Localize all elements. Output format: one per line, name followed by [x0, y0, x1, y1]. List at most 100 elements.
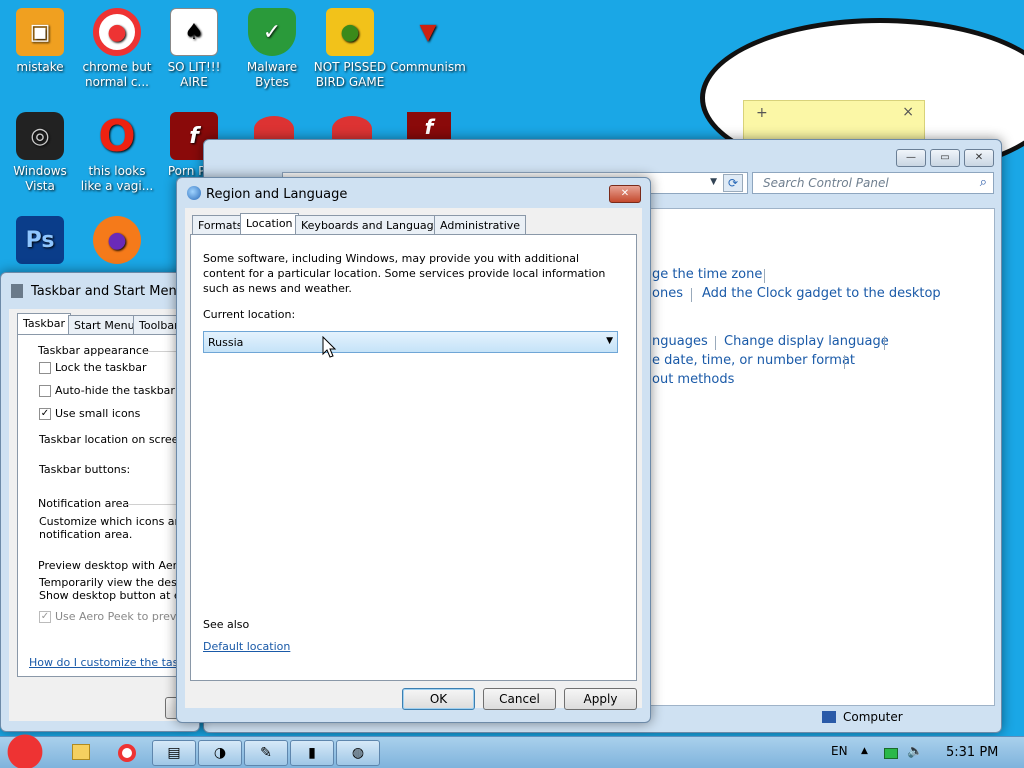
notification-group-label: Notification area: [38, 497, 130, 510]
show-hidden-icons-icon[interactable]: ▲: [861, 746, 868, 756]
start-button[interactable]: [2, 731, 48, 768]
desktop-icon-label: Malware Bytes: [246, 60, 298, 89]
network-icon[interactable]: [884, 748, 898, 759]
flash-icon[interactable]: f: [407, 112, 451, 142]
volume-icon[interactable]: 🔈: [907, 744, 923, 759]
location-description: Some software, including Windows, may pr…: [203, 252, 606, 295]
firefox-icon: ●: [93, 216, 141, 264]
desktop-icon-bird-game[interactable]: ● NOT PISSED BIRD GAME: [312, 8, 388, 90]
ps-icon: Ps: [16, 216, 64, 264]
monitor-icon: ▣: [16, 8, 64, 56]
desktop-icon-label: chrome but normal c...: [82, 60, 152, 89]
desktop-icon-label: Windows Vista: [13, 164, 67, 193]
peek-text: Show desktop button at end: [39, 589, 195, 602]
tab-taskbar[interactable]: Taskbar: [17, 313, 71, 335]
link-input-methods[interactable]: out methods: [652, 372, 734, 387]
desktop-icon-windows-vista[interactable]: ◎ Windows Vista: [2, 112, 78, 194]
chrome-icon: ●: [93, 8, 141, 56]
link-clock-gadget[interactable]: Add the Clock gadget to the desktop: [702, 286, 941, 301]
link-zones[interactable]: ones: [652, 286, 683, 301]
pig-icon: ●: [326, 8, 374, 56]
sticky-note[interactable]: + ×: [743, 100, 925, 144]
taskbar-item[interactable]: ▤: [152, 740, 196, 766]
desktop-icon-malwarebytes[interactable]: ✓ Malware Bytes: [234, 8, 310, 90]
trash-icon: ◎: [16, 112, 64, 160]
link-languages[interactable]: nguages: [652, 334, 708, 349]
desktop-icon-label: this looks like a vagi...: [80, 164, 154, 193]
computer-icon: [822, 711, 836, 723]
window-title: Taskbar and Start Menu: [31, 284, 185, 299]
maximize-button[interactable]: ▭: [930, 149, 960, 167]
link-date-format[interactable]: e date, time, or number format: [652, 353, 855, 368]
close-note-icon[interactable]: ×: [902, 104, 914, 120]
desktop-icon-mistake[interactable]: ▣ mistake: [2, 8, 78, 75]
close-button[interactable]: ✕: [964, 149, 994, 167]
taskbar-item[interactable]: ◍: [336, 740, 380, 766]
lock-taskbar-label: Lock the taskbar: [55, 361, 147, 374]
minimize-button[interactable]: —: [896, 149, 926, 167]
link-time-zone[interactable]: ge the time zone: [652, 267, 762, 282]
chevron-down-icon[interactable]: ▼: [710, 177, 717, 187]
desktop-icon-opera[interactable]: O this looks like a vagi...: [79, 112, 155, 194]
taskbar-item[interactable]: ◑: [198, 740, 242, 766]
default-location-link[interactable]: Default location: [203, 640, 290, 653]
see-also-label: See also: [203, 618, 250, 631]
desktop-icon-label: NOT PISSED BIRD GAME: [313, 60, 387, 89]
desktop-icon-photoshop[interactable]: Ps: [2, 216, 78, 268]
status-text: Computer: [843, 710, 903, 724]
add-note-icon[interactable]: +: [756, 105, 768, 121]
language-indicator[interactable]: EN: [831, 744, 848, 758]
desktop-icon-chrome[interactable]: ● chrome but normal c...: [79, 8, 155, 90]
autohide-checkbox[interactable]: [39, 385, 51, 397]
globe-icon: [187, 186, 201, 200]
cards-icon: ♠: [170, 8, 218, 56]
buttons-label: Taskbar buttons:: [39, 463, 131, 476]
autohide-label: Auto-hide the taskbar: [55, 384, 175, 397]
location-panel: Some software, including Windows, may pr…: [190, 234, 637, 681]
small-icons-label: Use small icons: [55, 407, 141, 420]
opera-icon: O: [98, 110, 136, 162]
notification-text: Customize which icons and n: [39, 515, 199, 528]
ok-button[interactable]: OK: [402, 688, 475, 710]
taskbar-settings-icon: [11, 284, 23, 298]
peek-group-label: Preview desktop with Aero P: [38, 559, 194, 572]
apply-button[interactable]: Apply: [564, 688, 637, 710]
lock-taskbar-checkbox[interactable]: [39, 362, 51, 374]
tab-keyboards-languages[interactable]: Keyboards and Languages: [295, 215, 453, 235]
aero-peek-label: Use Aero Peek to preview: [55, 610, 196, 623]
link-display-language[interactable]: Change display language: [724, 334, 889, 349]
desktop-icon-solitaire[interactable]: ♠ SO LIT!!! AIRE: [156, 8, 232, 90]
desktop-icon-firefox[interactable]: ●: [79, 216, 155, 268]
search-input[interactable]: Search Control Panel ⌕: [752, 172, 994, 194]
taskbar-item[interactable]: ✎: [244, 740, 288, 766]
tab-location[interactable]: Location: [240, 213, 299, 235]
desktop-icon-label: SO LIT!!! AIRE: [167, 60, 221, 89]
mouse-cursor-icon: [322, 336, 337, 358]
search-icon[interactable]: ⌕: [980, 175, 987, 190]
taskbar: ▤ ◑ ✎ ▮ ◍ EN ▲ 🔈 5:31 PM: [0, 731, 1024, 768]
desktop-icon-communism[interactable]: ▼ Communism: [390, 8, 466, 75]
tab-start-menu[interactable]: Start Menu: [68, 315, 141, 335]
current-location-label: Current location:: [203, 308, 296, 321]
current-location-value: Russia: [208, 336, 244, 349]
close-button[interactable]: ✕: [609, 185, 641, 203]
taskbar-item[interactable]: ▮: [290, 740, 334, 766]
taskbar-properties-window[interactable]: Taskbar and Start Menu Taskbar Start Men…: [0, 272, 205, 732]
small-icons-checkbox[interactable]: ✓: [39, 408, 51, 420]
location-label: Taskbar location on screen:: [39, 433, 190, 446]
tab-administrative[interactable]: Administrative: [434, 215, 527, 235]
region-language-dialog[interactable]: Region and Language ✕ Formats Location K…: [176, 177, 651, 723]
explorer-icon[interactable]: [72, 744, 90, 760]
emblem-icon: ▼: [419, 19, 437, 45]
dialog-title: Region and Language: [206, 187, 348, 202]
aero-peek-checkbox[interactable]: ✓: [39, 611, 51, 623]
chrome-icon[interactable]: [118, 744, 136, 762]
current-location-select[interactable]: Russia ▼: [203, 331, 618, 353]
cancel-button[interactable]: Cancel: [483, 688, 556, 710]
refresh-icon[interactable]: ⟳: [723, 174, 743, 192]
desktop-icon-label: Communism: [390, 60, 466, 74]
clock[interactable]: 5:31 PM: [946, 745, 998, 760]
chevron-down-icon: ▼: [606, 336, 613, 346]
help-link[interactable]: How do I customize the taskba: [29, 656, 198, 669]
dialog-body: Taskbar Start Menu Toolbars Taskbar appe…: [9, 309, 205, 721]
